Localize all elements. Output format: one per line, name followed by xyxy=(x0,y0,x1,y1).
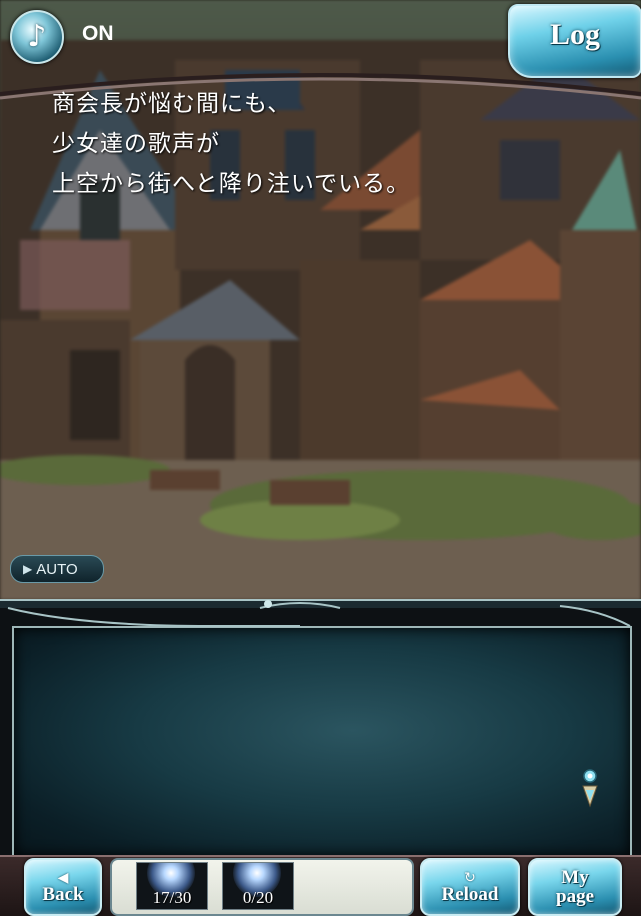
dialogue-text: 商会長が悩む間にも、 少女達の歌声が 上空から街へと降り注いでいる。 xyxy=(52,84,410,204)
reload-icon: ↻ xyxy=(464,869,476,886)
item-count: 17/30 xyxy=(152,888,192,907)
log-button-label: Log xyxy=(549,18,600,51)
mypage-button[interactable]: My page xyxy=(528,858,622,916)
log-button[interactable]: Log xyxy=(508,4,641,78)
back-button[interactable]: ◀ Back xyxy=(24,858,102,916)
next-page-icon[interactable] xyxy=(580,768,600,808)
item-count: 0/20 xyxy=(242,888,274,907)
play-triangle-icon: ▶ xyxy=(23,562,33,576)
mypage-label-line2: page xyxy=(556,886,594,907)
dialogue-line: 上空から街へと降り注いでいる。 xyxy=(52,171,411,197)
dialogue-panel xyxy=(12,626,632,858)
reload-button[interactable]: ↻ Reload xyxy=(420,858,520,916)
item-slot[interactable]: 0/20 xyxy=(222,862,294,910)
music-note-icon: ♪ xyxy=(10,10,64,64)
sound-toggle-button[interactable]: ♪ ON xyxy=(6,6,134,64)
auto-button-label: AUTO xyxy=(36,560,78,578)
story-screen[interactable]: ♪ ON Log ▶ AUTO 商会長が悩む間にも、 少女達の歌声が 上空から街… xyxy=(0,0,641,916)
back-button-label: Back xyxy=(42,883,84,905)
dialogue-line: 少女達の歌声が xyxy=(52,131,220,157)
auto-button[interactable]: ▶ AUTO xyxy=(10,555,104,583)
dialogue-line: 商会長が悩む間にも、 xyxy=(52,91,292,117)
arrow-left-icon: ◀ xyxy=(57,869,69,886)
sound-status-label: ON xyxy=(82,22,114,45)
mypage-label-line1: My xyxy=(561,867,589,888)
item-slot[interactable]: 17/30 xyxy=(136,862,208,910)
dialogue-frame-ornament xyxy=(0,599,641,627)
dialogue-box[interactable] xyxy=(0,596,641,858)
reload-button-label: Reload xyxy=(441,883,499,905)
